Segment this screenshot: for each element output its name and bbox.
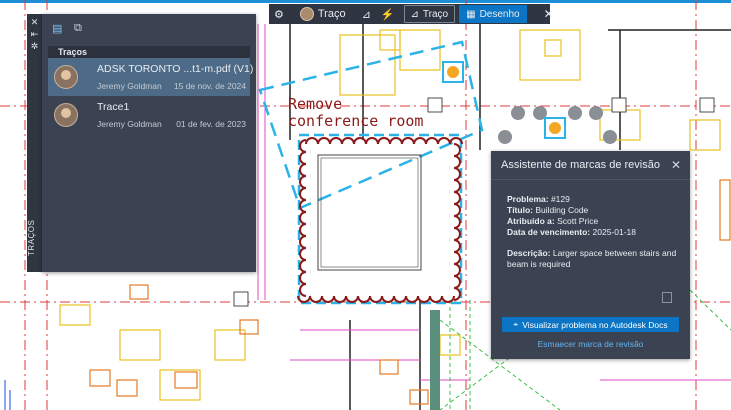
- pin-icon[interactable]: ⇤: [27, 28, 42, 40]
- trace-item[interactable]: Trace1 Jeremy Goldman 01 de fev. de 2023: [48, 96, 250, 134]
- field-issue: Problema: #129: [507, 194, 570, 204]
- close-panel-icon[interactable]: ✕: [27, 16, 42, 28]
- trace-author: Jeremy Goldman: [97, 119, 162, 129]
- panel-toolbar: ▤ ⧉: [42, 14, 256, 42]
- field-due-date: Data de vencimento: 2025-01-18: [507, 227, 636, 237]
- new-trace-icon[interactable]: ▤: [52, 22, 66, 35]
- trace-date: 15 de nov. de 2024: [173, 81, 246, 91]
- close-icon[interactable]: ✕: [671, 158, 681, 172]
- trace-author: Jeremy Goldman: [97, 81, 162, 91]
- copy-icon[interactable]: [662, 292, 672, 303]
- chart-trace-icon[interactable]: ⊿: [357, 4, 376, 24]
- drawing-view-button[interactable]: ▦ Desenho: [459, 5, 527, 23]
- panel-side-rail: ✕ ⇤ ✲ TRAÇOS: [27, 14, 42, 272]
- field-description: Descrição: Larger space between stairs a…: [507, 248, 677, 269]
- trace-date: 01 de fev. de 2023: [176, 119, 246, 129]
- annotation-line1: Remove: [288, 95, 342, 113]
- trace-icon: ⊿: [410, 8, 419, 20]
- section-title: Traços: [48, 46, 250, 58]
- user-trace-selector[interactable]: Traço: [295, 4, 351, 24]
- trace-item[interactable]: ADSK TORONTO ...t1-m.pdf (V1) Jeremy Gol…: [48, 58, 254, 96]
- panel-side-label: TRAÇOS: [27, 219, 36, 257]
- grid-icon: ▦: [466, 8, 476, 20]
- trace-title: Trace1: [97, 101, 130, 113]
- field-assignee: Atribuído a: Scott Price: [507, 216, 599, 226]
- trace-view-button[interactable]: ⊿ Traço: [403, 5, 456, 23]
- field-title: Título: Building Code: [507, 205, 589, 215]
- trace-title: ADSK TORONTO ...t1-m.pdf (V1): [97, 63, 254, 75]
- avatar: [54, 103, 78, 127]
- settings-gear-icon[interactable]: ⚙: [269, 4, 289, 24]
- lightning-icon[interactable]: ⚡: [376, 4, 400, 24]
- fade-markup-link[interactable]: Esmaecer marca de revisão: [491, 339, 690, 349]
- traces-panel: ▤ ⧉ Traços ADSK TORONTO ...t1-m.pdf (V1)…: [42, 14, 256, 272]
- top-toolbar: ⚙ Traço ⊿ ⚡ ⊿ Traço ▦ Desenho ✕: [269, 4, 554, 24]
- close-icon[interactable]: ✕: [539, 4, 559, 24]
- avatar: [299, 7, 314, 21]
- avatar: [54, 65, 78, 89]
- markup-assistant-panel: Assistente de marcas de revisão ✕ Proble…: [491, 151, 690, 359]
- location-pin-icon: ⌖: [513, 319, 519, 329]
- assistant-title: Assistente de marcas de revisão: [501, 159, 660, 171]
- user-trace-label: Traço: [317, 8, 346, 20]
- view-issue-button[interactable]: ⌖ Visualizar problema no Autodesk Docs: [502, 317, 679, 332]
- import-trace-icon[interactable]: ⧉: [74, 22, 88, 34]
- annotation-line2: conference room: [288, 112, 423, 130]
- settings-icon[interactable]: ✲: [27, 40, 42, 52]
